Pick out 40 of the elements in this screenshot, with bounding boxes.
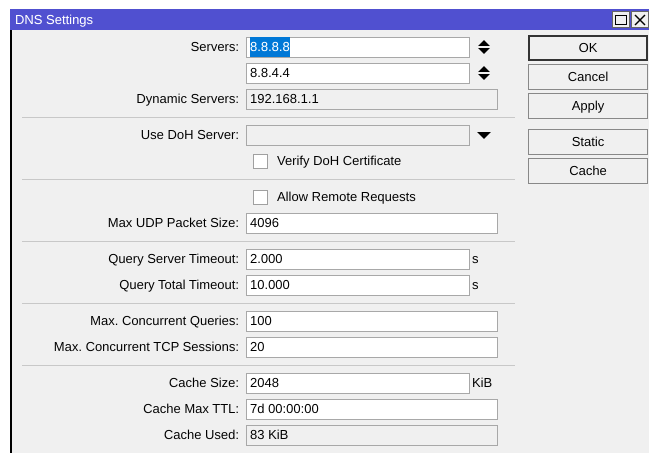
maximize-button[interactable] <box>612 11 630 28</box>
checkbox-label: Allow Remote Requests <box>277 188 416 206</box>
unit-label: s <box>472 277 478 292</box>
input-field: 83 KiB <box>246 424 498 446</box>
spinner-arrows-icon[interactable] <box>477 66 491 80</box>
checkbox[interactable] <box>253 154 268 168</box>
dialog-button[interactable]: Static <box>528 129 648 155</box>
field-label: Max. Concurrent TCP Sessions: <box>54 339 239 354</box>
input-field[interactable]: 8.8.4.4 <box>246 62 470 84</box>
dialog-button[interactable]: Cache <box>528 158 648 184</box>
field-label: Query Server Timeout: <box>108 251 239 266</box>
field-label: Max. Concurrent Queries: <box>90 313 239 328</box>
input-field[interactable]: 2.000 <box>246 248 470 270</box>
field-label: Max UDP Packet Size: <box>108 215 239 230</box>
field-label: Cache Used: <box>164 427 239 442</box>
unit-label: s <box>472 251 478 266</box>
field-label: Use DoH Server: <box>140 127 239 142</box>
field-label: Cache Size: <box>168 375 239 390</box>
input-field[interactable]: 7d 00:00:00 <box>246 398 498 420</box>
unit-label: KiB <box>472 375 492 390</box>
window-title: DNS Settings <box>15 10 94 29</box>
input-field[interactable]: 100 <box>246 310 498 332</box>
checkbox-label: Verify DoH Certificate <box>277 152 402 170</box>
field-label: Cache Max TTL: <box>143 401 239 416</box>
input-field[interactable]: 8.8.8.8 <box>246 36 470 58</box>
input-field[interactable]: 2048 <box>246 372 470 394</box>
close-button[interactable] <box>631 11 649 28</box>
dialog-button[interactable]: Apply <box>528 93 648 119</box>
checkbox[interactable] <box>253 190 268 204</box>
input-field[interactable]: 20 <box>246 336 498 358</box>
spinner-arrows-icon[interactable] <box>477 40 491 54</box>
input-field: 192.168.1.1 <box>246 88 498 110</box>
field-label: Query Total Timeout: <box>119 277 239 292</box>
input-field[interactable]: 4096 <box>246 212 498 234</box>
field-label: Dynamic Servers: <box>136 91 239 106</box>
field-label: Servers: <box>190 39 239 54</box>
input-field[interactable]: 10.000 <box>246 274 470 296</box>
dialog-button[interactable]: OK <box>528 35 648 61</box>
dropdown-arrow-icon[interactable] <box>477 132 491 138</box>
dialog-button[interactable]: Cancel <box>528 64 648 90</box>
